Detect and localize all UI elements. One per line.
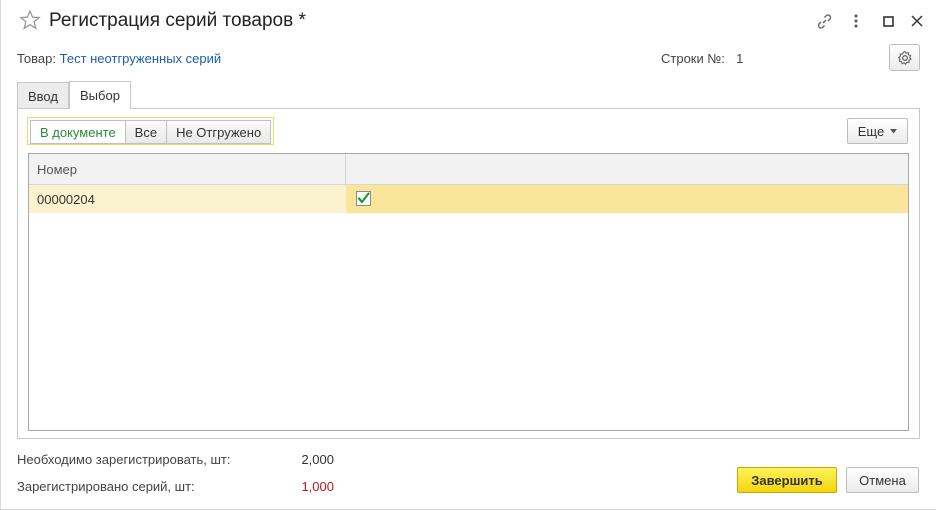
filter-button-group: В документе Все Не Отгружено <box>27 117 275 145</box>
series-table[interactable]: Номер 00000204 <box>28 153 909 431</box>
maximize-icon[interactable] <box>879 12 897 30</box>
registered-label: Зарегистрировано серий, шт: <box>17 479 195 494</box>
title-bar: Регистрация серий товаров * <box>1 0 936 44</box>
tab-vybor[interactable]: Выбор <box>69 81 131 109</box>
product-label: Товар: <box>17 51 56 66</box>
rows-counter: Строки №: 1 <box>661 51 743 66</box>
rows-value: 1 <box>736 51 744 66</box>
more-button[interactable]: Еще <box>847 118 908 144</box>
product-link[interactable]: Тест неотгруженных серий <box>60 51 222 66</box>
cell-number: 00000204 <box>29 185 346 213</box>
cell-check <box>346 185 908 213</box>
row-checkbox[interactable] <box>356 191 371 206</box>
close-icon[interactable] <box>908 12 926 30</box>
favorite-star-icon[interactable] <box>19 9 41 31</box>
dialog-window: Регистрация серий товаров * Товар: Тест … <box>0 0 936 510</box>
required-value: 2,000 <box>301 452 334 467</box>
column-header-check[interactable] <box>346 154 908 185</box>
required-label: Необходимо зарегистрировать, шт: <box>17 452 231 467</box>
registered-value: 1,000 <box>301 479 334 494</box>
column-header-number[interactable]: Номер <box>29 154 346 185</box>
tab-vvod[interactable]: Ввод <box>17 82 69 109</box>
table-row[interactable]: 00000204 <box>29 185 908 213</box>
link-icon[interactable] <box>815 12 833 30</box>
selection-panel: В документе Все Не Отгружено Еще Номер 0… <box>17 108 920 439</box>
filter-all-button[interactable]: Все <box>124 120 168 144</box>
filter-in-document-button[interactable]: В документе <box>30 120 126 144</box>
checkmark-icon <box>357 192 370 204</box>
finish-button[interactable]: Завершить <box>737 467 837 493</box>
chevron-down-icon <box>890 128 898 133</box>
more-button-label: Еще <box>857 123 885 139</box>
window-title: Регистрация серий товаров * <box>49 10 306 31</box>
gear-icon <box>897 50 912 65</box>
info-bar: Товар: Тест неотгруженных серий Строки №… <box>17 44 921 71</box>
cancel-button[interactable]: Отмена <box>846 467 919 493</box>
rows-label: Строки №: <box>661 51 725 66</box>
table-header: Номер <box>29 154 908 185</box>
more-vertical-icon[interactable] <box>847 12 865 30</box>
filter-not-shipped-button[interactable]: Не Отгружено <box>166 120 272 144</box>
settings-button[interactable] <box>889 44 920 71</box>
